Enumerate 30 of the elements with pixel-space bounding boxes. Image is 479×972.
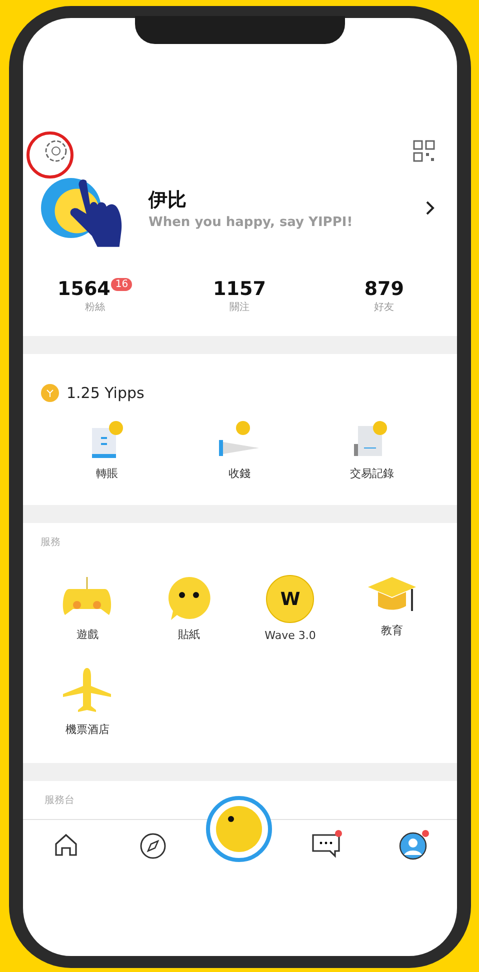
service-label[interactable]: 貼紙 [178,627,200,642]
stat-label: 好友 [374,301,394,314]
action-label[interactable]: 收錢 [228,466,250,481]
service-label[interactable]: 遊戲 [76,627,98,642]
highlight-circle [24,130,74,180]
stat-count[interactable]: 1157 [213,278,266,300]
compass-icon[interactable] [138,832,167,860]
chevron-right-icon[interactable] [424,200,434,216]
home-icon[interactable] [52,832,79,858]
service-label[interactable]: 機票酒店 [65,722,110,737]
profile-name: 伊比 [148,188,188,212]
qr-code-icon[interactable] [412,140,434,162]
service-label[interactable]: Wave 3.0 [264,629,316,642]
service-label[interactable]: 教育 [380,623,403,638]
stat-label: 粉絲 [84,301,105,314]
chat-icon[interactable] [311,832,342,858]
coin-icon [40,384,58,402]
section-title: 服務 [40,536,62,549]
wallet-balance: 1.25 Yipps [66,384,144,402]
stat-label: 關注 [229,300,250,314]
action-label[interactable]: 交易記錄 [350,466,394,481]
stat-count[interactable]: 879 [364,278,404,300]
transfer-icon [90,420,124,460]
action-label[interactable]: 轉賬 [96,466,118,481]
stat-count[interactable]: 1564 [58,278,110,300]
wave-logo: W [266,575,314,623]
user-avatar-icon[interactable] [399,832,428,860]
section-title: 服務台 [44,794,76,807]
profile-motto: When you happy, say YIPPI! [148,214,354,230]
notification-badge: 16 [111,278,132,291]
